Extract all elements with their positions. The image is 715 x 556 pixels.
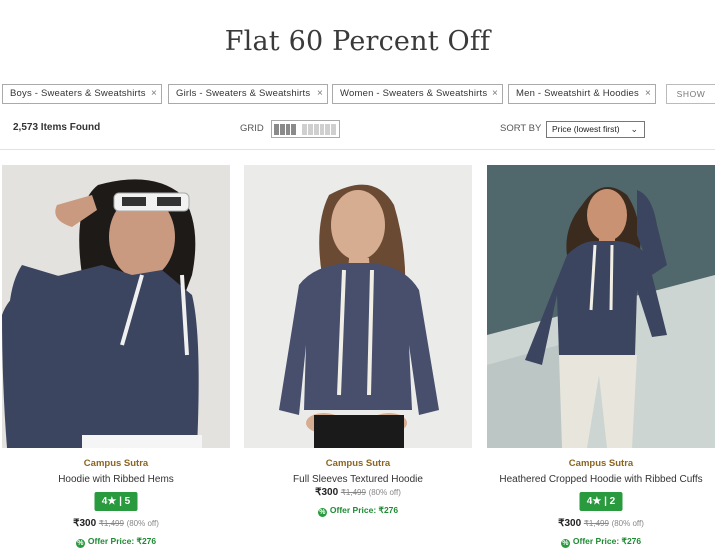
- price-row: ₹300 ₹1,499 (80% off): [244, 487, 472, 498]
- sale-price: ₹300: [73, 518, 97, 529]
- close-icon[interactable]: ×: [492, 85, 498, 103]
- percent-badge-icon: %: [75, 539, 85, 548]
- product-image[interactable]: [487, 165, 715, 448]
- mrp-price: ₹1,499: [98, 519, 124, 528]
- product-card[interactable]: Campus Sutra Heathered Cropped Hoodie wi…: [487, 165, 715, 548]
- filter-chip-label: Boys - Sweaters & Sweatshirts: [10, 88, 146, 99]
- filter-chip-girls[interactable]: Girls - Sweaters & Sweatshirts ×: [168, 84, 328, 104]
- filter-chip-label: Women - Sweaters & Sweatshirts: [340, 88, 488, 99]
- page-title: Flat 60 Percent Off: [224, 26, 491, 57]
- offer-price: % Offer Price: ₹276: [244, 505, 472, 517]
- product-name[interactable]: Hoodie with Ribbed Hems: [2, 474, 230, 485]
- product-brand[interactable]: Campus Sutra: [244, 458, 472, 469]
- rating-badge: 4★ | 2: [579, 492, 623, 511]
- close-icon[interactable]: ×: [645, 85, 651, 103]
- sale-price: ₹300: [315, 487, 339, 498]
- applied-filters: Boys - Sweaters & Sweatshirts × Girls - …: [2, 84, 715, 104]
- mrp-price: ₹1,499: [340, 488, 366, 497]
- offer-price-text: Offer Price: ₹276: [87, 536, 157, 546]
- close-icon[interactable]: ×: [317, 85, 323, 103]
- close-icon[interactable]: ×: [151, 85, 157, 103]
- filter-chip-women[interactable]: Women - Sweaters & Sweatshirts ×: [332, 84, 503, 104]
- sale-price: ₹300: [558, 518, 582, 529]
- discount-text: (80% off): [611, 519, 644, 528]
- listing-toolbar: 2,573 Items Found GRID SORT BY Price (lo…: [0, 110, 715, 150]
- product-card[interactable]: Campus Sutra Hoodie with Ribbed Hems 4★ …: [2, 165, 230, 548]
- filter-chip-label: Men - Sweatshirt & Hoodies: [516, 88, 639, 99]
- percent-badge-icon: %: [560, 539, 570, 548]
- discount-text: (80% off): [368, 488, 401, 497]
- offer-price: % Offer Price: ₹276: [2, 536, 230, 548]
- grid-label: GRID: [240, 123, 264, 134]
- grid-view-icon[interactable]: [271, 120, 340, 138]
- sort-select[interactable]: Price (lowest first) ⌄: [546, 121, 645, 138]
- discount-text: (80% off): [126, 519, 159, 528]
- product-image[interactable]: [2, 165, 230, 448]
- product-name[interactable]: Heathered Cropped Hoodie with Ribbed Cuf…: [487, 474, 715, 485]
- product-brand[interactable]: Campus Sutra: [2, 458, 230, 469]
- filter-chip-label: Girls - Sweaters & Sweatshirts: [176, 88, 311, 99]
- grid-6-col-option[interactable]: [302, 123, 307, 135]
- offer-price-text: Offer Price: ₹276: [329, 505, 399, 515]
- sort-selected-value: Price (lowest first): [552, 124, 620, 134]
- chevron-down-icon: ⌄: [630, 124, 638, 134]
- percent-badge-icon: %: [317, 508, 327, 517]
- product-image[interactable]: [244, 165, 472, 448]
- items-found-count: 2,573 Items Found: [13, 122, 101, 133]
- offer-price: % Offer Price: ₹276: [487, 536, 715, 548]
- rating-badge: 4★ | 5: [94, 492, 138, 511]
- show-more-filters-button[interactable]: SHOW: [666, 84, 715, 104]
- product-name[interactable]: Full Sleeves Textured Hoodie: [244, 474, 472, 485]
- sort-label: SORT BY: [500, 123, 542, 134]
- product-brand[interactable]: Campus Sutra: [487, 458, 715, 469]
- filter-chip-boys[interactable]: Boys - Sweaters & Sweatshirts ×: [2, 84, 162, 104]
- product-card[interactable]: Campus Sutra Full Sleeves Textured Hoodi…: [244, 165, 472, 517]
- price-row: ₹300 ₹1,499 (80% off): [2, 518, 230, 529]
- mrp-price: ₹1,499: [583, 519, 609, 528]
- offer-price-text: Offer Price: ₹276: [572, 536, 642, 546]
- price-row: ₹300 ₹1,499 (80% off): [487, 518, 715, 529]
- grid-3-col-option[interactable]: [274, 123, 279, 135]
- filter-chip-men[interactable]: Men - Sweatshirt & Hoodies ×: [508, 84, 656, 104]
